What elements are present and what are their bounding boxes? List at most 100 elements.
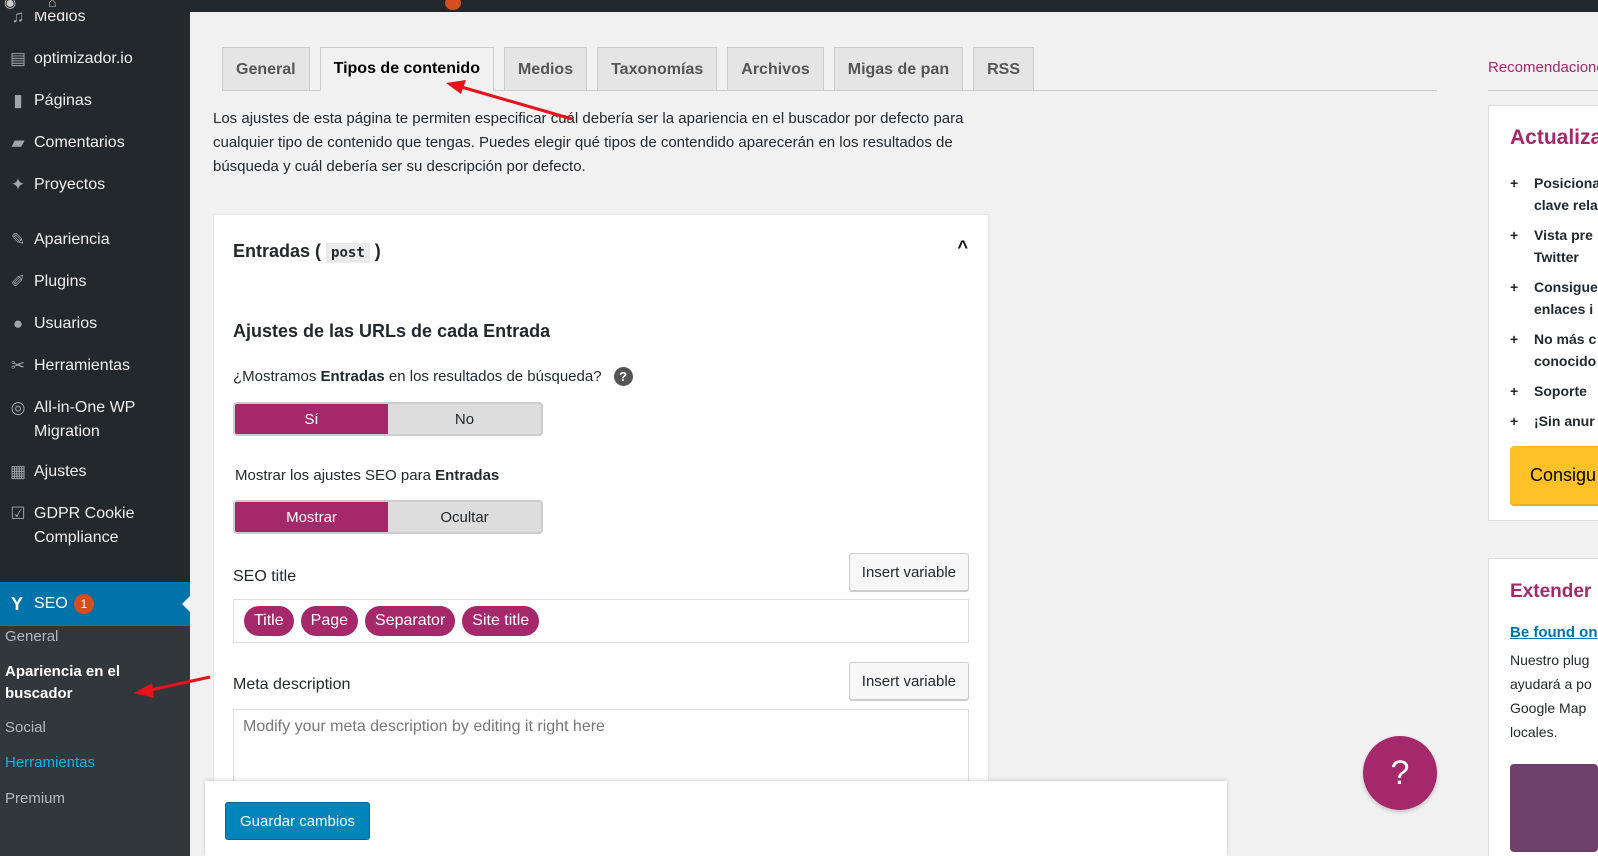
menu-item-seo[interactable]: Y SEO 1 [0,582,190,626]
extension-link[interactable]: Be found on [1510,624,1597,641]
right-sidebar: Recomendaciones Actualiza Posiciona clave… [1488,12,1598,856]
variable-pill[interactable]: Site title [462,606,540,636]
tab-tipos-de-contenido[interactable]: Tipos de contenido [319,47,494,91]
appearance-icon: ✎ [10,230,26,249]
tab-general[interactable]: General [222,47,310,91]
bullet-line: Posiciona [1534,175,1598,191]
upsell-title: Actualiza [1510,126,1598,149]
question-text: ¿Mostramos [233,368,321,385]
menu-item-plugins[interactable]: ✐ Plugins [0,270,190,294]
settings-tabs: General Tipos de contenido Medios Taxono… [222,47,1034,91]
menu-item-usuarios[interactable]: ● Usuarios [0,312,190,336]
menu-label: optimizador.io [34,50,133,67]
show-seo-settings-question: Mostrar los ajustes SEO para Entradas [235,467,499,484]
menu-item-comentarios[interactable]: ▰ Comentarios [0,131,190,155]
menu-item-herramientas[interactable]: ✂ Herramientas [0,354,190,378]
settings-icon: ▦ [9,462,27,481]
list-item: Soporte [1510,380,1598,402]
card-title[interactable]: Entradas ( post ) [233,241,381,263]
show-seo-settings-toggle[interactable]: Mostrar Ocultar [233,500,543,534]
toggle-option-no[interactable]: No [388,404,541,434]
menu-label: Herramientas [34,357,131,374]
bullet-line: conocido [1534,353,1597,369]
menu-item-optimizador[interactable]: ▤ optimizador.io [0,47,190,71]
question-text-end: en los resultados de búsqueda? [384,368,602,385]
menu-item-gdpr[interactable]: ☑ GDPR Cookie Compliance [0,502,190,550]
seo-title-field[interactable]: Title Page Separator Site title [233,599,969,643]
notification-badge[interactable] [445,0,461,10]
variable-pill[interactable]: Separator [365,606,456,636]
main-content: General Tipos de contenido Medios Taxono… [190,12,1460,856]
submenu-social[interactable]: Social [5,717,185,739]
yoast-avatar-image [1510,764,1598,852]
tools-icon: ✂ [10,356,26,375]
help-beacon-button[interactable]: ? [1363,736,1437,810]
post-type-code: post [326,243,370,263]
menu-item-migration[interactable]: ◎ All-in-One WP Migration [0,396,190,444]
variable-pill[interactable]: Page [300,606,359,636]
menu-item-paginas[interactable]: ▮ Páginas [0,89,190,113]
pin-icon: ✦ [10,175,26,194]
list-item: Posiciona clave rela [1510,172,1598,216]
wp-logo-icon[interactable]: ◉ [4,0,16,11]
gdpr-icon: ☑ [10,504,26,523]
insert-variable-button-meta[interactable]: Insert variable [848,662,969,700]
submenu-herramientas[interactable]: Herramientas [5,752,185,774]
insert-variable-button[interactable]: Insert variable [848,553,969,591]
comments-icon: ▰ [11,133,25,152]
tab-migas-de-pan[interactable]: Migas de pan [833,47,964,91]
yoast-icon: Y [10,593,23,614]
toggle-option-mostrar[interactable]: Mostrar [235,502,388,532]
menu-label: Usuarios [34,315,98,332]
extension-description: Nuestro plug ayudará a po Google Map loc… [1510,648,1598,744]
list-item: Vista pre Twitter [1510,224,1598,268]
collapse-caret-icon[interactable]: ^ [957,237,968,258]
submenu-premium[interactable]: Premium [5,788,185,810]
menu-label: GDPR Cookie Compliance [34,505,135,546]
help-icon[interactable]: ? [613,367,633,386]
extension-box: Extender Be found on Nuestro plug ayudar… [1488,558,1598,856]
submenu-general[interactable]: General [5,626,185,648]
menu-item-apariencia[interactable]: ✎ Apariencia [0,228,190,252]
get-premium-button[interactable]: Consigu [1510,446,1598,504]
admin-bar: ◉ ⌂ [0,0,1598,12]
submenu-apariencia-buscador[interactable]: Apariencia en el buscador [5,661,145,705]
users-icon: ● [12,314,24,333]
meta-description-label: Meta description [233,676,351,693]
menu-label: SEO [34,595,68,612]
tab-taxonomias[interactable]: Taxonomías [597,47,718,91]
tab-rss[interactable]: RSS [973,47,1034,91]
save-bar: Guardar cambios [205,781,1227,856]
menu-label: Comentarios [34,134,125,151]
bullet-line: enlaces i [1534,301,1594,317]
recommendations-heading: Recomendaciones [1488,59,1598,76]
bullet-line: Twitter [1534,249,1579,265]
toggle-option-ocultar[interactable]: Ocultar [388,502,541,532]
tab-medios[interactable]: Medios [503,47,588,91]
menu-label: Apariencia [34,231,110,248]
save-changes-button[interactable]: Guardar cambios [225,802,371,840]
seo-submenu: General Apariencia en el buscador Social… [0,626,190,856]
description-line: ayudará a po [1510,676,1592,692]
bullet-line: Consigue [1534,279,1598,295]
toggle-option-si[interactable]: Sí [235,404,388,434]
menu-label: Páginas [34,92,92,109]
bullet-line: Soporte [1534,383,1587,399]
description-line: Google Map [1510,700,1587,716]
show-in-search-question: ¿Mostramos Entradas en los resultados de… [233,367,633,386]
tab-archivos[interactable]: Archivos [727,47,824,91]
menu-item-proyectos[interactable]: ✦ Proyectos [0,173,190,197]
plugins-icon: ✐ [10,272,26,291]
extension-title: Extender [1510,581,1592,602]
question-bold: Entradas [320,368,385,385]
home-icon[interactable]: ⌂ [48,0,56,10]
card-title-prefix: Entradas ( [233,241,322,261]
variable-pill[interactable]: Title [244,606,294,636]
menu-label: Ajustes [34,463,87,480]
menu-item-ajustes[interactable]: ▦ Ajustes [0,460,190,484]
bullet-line: clave rela [1534,197,1598,213]
list-item: ¡Sin anur [1510,410,1598,432]
recommendations-divider [1488,90,1598,91]
bullet-line: No más c [1534,331,1597,347]
show-in-search-toggle[interactable]: Sí No [233,402,543,436]
